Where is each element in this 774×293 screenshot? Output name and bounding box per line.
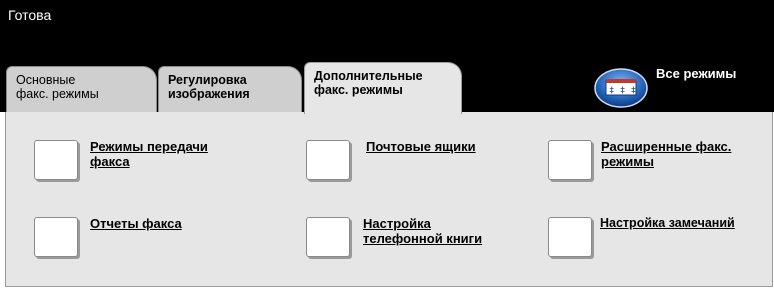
header-bar: Готова Основные факс. режимы Регулировка… — [0, 0, 774, 114]
tab-basic-fax-line2: факс. режимы — [16, 87, 99, 101]
tab-image-adjust-line2: изображения — [168, 87, 250, 101]
bottom-margin — [0, 287, 774, 293]
mailboxes-label[interactable]: Почтовые ящики — [366, 139, 476, 154]
tab-basic-fax[interactable]: Основные факс. режимы — [6, 66, 157, 112]
fax-screen: Готова Основные факс. режимы Регулировка… — [0, 0, 774, 293]
phonebook-setup-line2: телефонной книги — [363, 231, 483, 246]
status-text: Готова — [8, 7, 52, 23]
mailboxes-line1: Почтовые ящики — [366, 139, 476, 154]
tab-additional-fax-line2: факс. режимы — [314, 83, 403, 97]
extended-fax-modes-line2: режимы — [601, 154, 654, 169]
svg-text:‡ ‡ ‡: ‡ ‡ ‡ — [609, 86, 636, 96]
transmission-modes-line2: факса — [90, 154, 130, 169]
all-modes-label[interactable]: Все режимы — [656, 66, 736, 81]
tab-basic-fax-line1: Основные — [16, 73, 76, 87]
all-modes-icon: ‡ ‡ ‡ — [594, 68, 648, 108]
phonebook-setup-line1: Настройка — [363, 216, 431, 231]
all-modes-button[interactable]: ‡ ‡ ‡ — [594, 68, 648, 113]
mailboxes-button[interactable] — [306, 140, 350, 180]
fax-reports-button[interactable] — [34, 217, 78, 257]
comments-setup-line1: Настройка замечаний — [600, 216, 735, 230]
transmission-modes-button[interactable] — [34, 140, 78, 180]
tab-image-adjust-line1: Регулировка — [168, 73, 247, 87]
fax-reports-line1: Отчеты факса — [90, 216, 182, 231]
tab-additional-fax-line1: Дополнительные — [314, 69, 423, 83]
extended-fax-modes-line1: Расширенные факс. — [601, 139, 732, 154]
phonebook-setup-label[interactable]: Настройка телефонной книги — [363, 216, 482, 246]
comments-setup-button[interactable] — [548, 217, 592, 257]
extended-fax-modes-label[interactable]: Расширенные факс. режимы — [601, 139, 731, 169]
comments-setup-label[interactable]: Настройка замечаний — [600, 216, 735, 231]
transmission-modes-label[interactable]: Режимы передачи факса — [90, 139, 208, 169]
extended-fax-modes-button[interactable] — [548, 140, 592, 180]
tab-additional-fax[interactable]: Дополнительные факс. режимы — [304, 62, 462, 114]
tab-image-adjust[interactable]: Регулировка изображения — [158, 66, 302, 112]
phonebook-setup-button[interactable] — [306, 217, 350, 257]
transmission-modes-line1: Режимы передачи — [90, 139, 208, 154]
fax-reports-label[interactable]: Отчеты факса — [90, 216, 182, 231]
options-panel: Режимы передачи факса Почтовые ящики Рас… — [5, 112, 773, 287]
